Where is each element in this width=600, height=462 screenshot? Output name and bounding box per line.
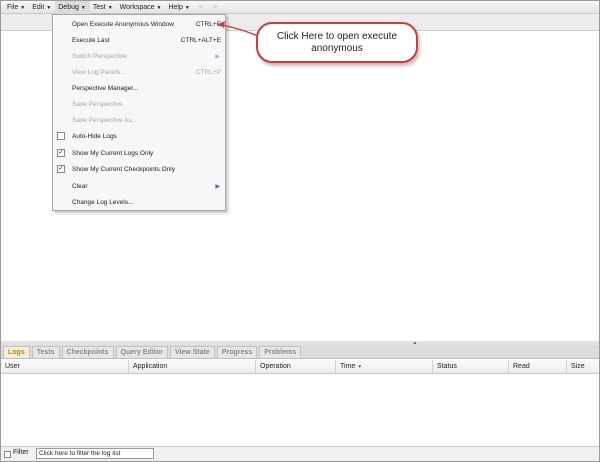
menu-workspace[interactable]: Workspace ▼	[117, 1, 166, 14]
submenu-arrow-icon: ▶	[215, 183, 220, 190]
checkbox-checked[interactable]: ✓	[57, 165, 65, 173]
menu-item-shortcut: CTRL+P	[195, 68, 221, 76]
checkbox-checked[interactable]: ✓	[57, 149, 65, 157]
tab-view-state[interactable]: View State	[169, 346, 215, 358]
menu-debug[interactable]: Debug ▼	[55, 0, 90, 14]
filter-input[interactable]	[36, 448, 154, 459]
menu-item-show-my-current-checkpoints[interactable]: ✓ Show My Current Checkpoints Only	[53, 161, 225, 177]
column-header-read[interactable]: Read	[509, 360, 567, 374]
forward-arrow-icon[interactable]: >	[208, 4, 222, 11]
bottom-panel-tabs: Logs Tests Checkpoints Query Editor View…	[1, 345, 599, 359]
menu-help-label: Help	[168, 3, 183, 11]
menu-file[interactable]: File ▼	[4, 1, 29, 14]
menu-item-label: Execute Last	[72, 36, 110, 44]
menu-item-view-log-panels[interactable]: View Log Panels... CTRL+P	[53, 64, 225, 80]
menu-item-save-perspective-as[interactable]: Save Perspective As...	[53, 112, 225, 128]
menu-item-label: Show My Current Checkpoints Only	[72, 165, 175, 173]
menu-item-save-perspective[interactable]: Save Perspective	[53, 96, 225, 112]
menu-item-show-my-current-logs[interactable]: ✓ Show My Current Logs Only	[53, 145, 225, 161]
caret-down-icon: ▼	[107, 4, 113, 11]
tab-logs[interactable]: Logs	[3, 346, 30, 358]
menu-test-label: Test	[92, 3, 106, 11]
column-header-size[interactable]: Size	[567, 360, 599, 374]
caret-down-icon: ▼	[20, 4, 26, 11]
menu-item-shortcut: CTRL+E	[195, 20, 221, 28]
menu-workspace-label: Workspace	[119, 3, 155, 11]
menu-item-label: View Log Panels...	[72, 68, 126, 76]
menu-help[interactable]: Help ▼	[165, 1, 193, 14]
menu-item-label: Change Log Levels...	[72, 198, 134, 206]
filter-checkbox[interactable]	[4, 451, 11, 458]
menu-item-label: Perspective Manager...	[72, 84, 139, 92]
caret-down-icon: ▼	[184, 4, 190, 11]
menu-item-label: Auto-Hide Logs	[72, 132, 117, 140]
submenu-arrow-icon: ▶	[215, 53, 220, 60]
menu-item-label: Open Execute Anonymous Window	[72, 20, 174, 28]
menu-test[interactable]: Test ▼	[90, 1, 117, 14]
menu-item-switch-perspective[interactable]: Switch Perspective ▶	[53, 48, 225, 64]
checkbox-unchecked[interactable]	[57, 132, 65, 140]
filter-label: Filter	[13, 449, 29, 456]
menu-edit-label: Edit	[32, 3, 45, 11]
back-arrow-icon[interactable]: <	[194, 4, 208, 11]
log-table-header: User Application Operation Time ▼ Status …	[1, 360, 599, 374]
menu-item-label: Save Perspective As...	[72, 116, 138, 124]
menu-item-perspective-manager[interactable]: Perspective Manager...	[53, 80, 225, 96]
callout-text: Click Here to open execute anonymous	[276, 30, 398, 54]
tab-problems[interactable]: Problems	[259, 346, 302, 358]
sort-descending-icon: ▼	[357, 364, 363, 370]
menu-item-clear[interactable]: Clear ▶	[53, 178, 225, 194]
menu-debug-label: Debug	[58, 3, 79, 11]
column-header-application[interactable]: Application	[129, 360, 256, 374]
tab-progress[interactable]: Progress	[216, 346, 258, 358]
menu-item-auto-hide-logs[interactable]: Auto-Hide Logs	[53, 128, 225, 144]
column-header-time-label: Time	[340, 363, 356, 370]
menu-item-shortcut: CTRL+ALT+E	[180, 36, 221, 44]
column-header-user[interactable]: User	[1, 360, 129, 374]
menu-item-open-execute-anonymous[interactable]: Open Execute Anonymous Window CTRL+E	[53, 16, 225, 32]
menu-item-execute-last[interactable]: Execute Last CTRL+ALT+E	[53, 32, 225, 48]
caret-down-icon: ▼	[80, 4, 86, 11]
column-header-status[interactable]: Status	[433, 360, 509, 374]
caret-down-icon: ▼	[156, 4, 162, 11]
tab-checkpoints[interactable]: Checkpoints	[61, 346, 114, 358]
debug-menu-dropdown: Open Execute Anonymous Window CTRL+E Exe…	[52, 14, 226, 211]
column-header-time[interactable]: Time ▼	[336, 360, 433, 374]
column-header-operation[interactable]: Operation	[256, 360, 336, 374]
menu-item-label: Switch Perspective	[72, 52, 127, 60]
menu-item-label: Save Perspective	[72, 100, 123, 108]
menu-item-label: Show My Current Logs Only	[72, 149, 154, 157]
menu-item-label: Clear	[72, 182, 88, 190]
menu-bar: File ▼ Edit ▼ Debug ▼ Test ▼ Workspace ▼ Help…	[1, 0, 599, 14]
menu-item-change-log-levels[interactable]: Change Log Levels...	[53, 194, 225, 210]
menu-file-label: File	[7, 3, 19, 11]
menu-edit[interactable]: Edit ▼	[29, 1, 55, 14]
tab-tests[interactable]: Tests	[31, 346, 60, 358]
tab-query-editor[interactable]: Query Editor	[115, 346, 168, 358]
caret-down-icon: ▼	[46, 4, 52, 11]
callout-annotation: Click Here to open execute anonymous	[256, 22, 418, 63]
